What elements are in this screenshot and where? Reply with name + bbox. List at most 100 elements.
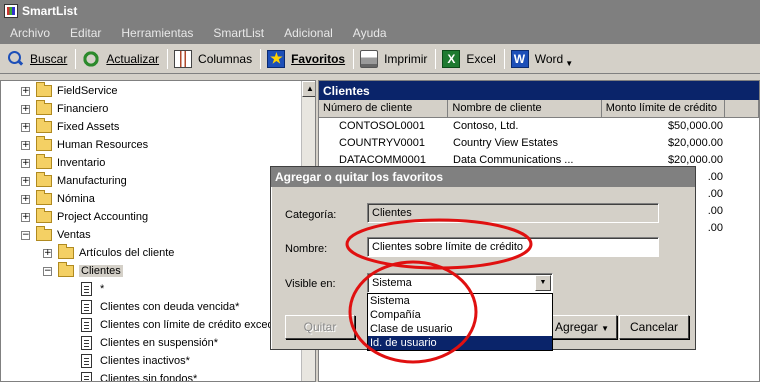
document-icon <box>81 336 92 350</box>
menu-adicional[interactable]: Adicional <box>284 26 333 40</box>
tree-item-label: Clientes <box>79 265 123 277</box>
printer-icon <box>360 49 379 68</box>
tree-item-label: Clientes inactivos* <box>100 355 190 367</box>
column-header-extra[interactable] <box>725 100 759 118</box>
folder-icon <box>36 172 52 187</box>
columns-icon <box>174 49 193 68</box>
excel-button[interactable]: Excel <box>442 49 496 68</box>
document-icon <box>81 372 92 381</box>
menu-archivo[interactable]: Archivo <box>10 26 50 40</box>
star-icon <box>267 49 286 68</box>
tree-item-articulos-del-cliente[interactable]: + Artículos del cliente <box>43 244 174 262</box>
tree-item-all-clientes[interactable]: * <box>81 280 104 298</box>
tree-item-financiero[interactable]: + Financiero <box>21 100 108 118</box>
quitar-button[interactable]: Quitar <box>285 315 355 339</box>
title-bar: SmartList <box>0 0 760 22</box>
tree-item-limite-excedido[interactable]: Clientes con límite de crédito exced <box>81 316 274 334</box>
folder-icon <box>36 82 52 97</box>
tree-item-clientes[interactable]: − Clientes <box>43 262 123 280</box>
tree-item-nomina[interactable]: + Nómina <box>21 190 95 208</box>
tree-item-label: Artículos del cliente <box>79 247 175 259</box>
word-button[interactable]: Word ▼ <box>510 49 573 68</box>
tree-item-deuda-vencida[interactable]: Clientes con deuda vencida* <box>81 298 239 316</box>
nombre-input[interactable]: Clientes sobre límite de crédito <box>367 237 659 257</box>
excel-icon <box>442 49 461 68</box>
option-sistema[interactable]: Sistema <box>368 294 552 308</box>
nombre-label: Nombre: <box>285 243 328 255</box>
visible-label: Visible en: <box>285 278 336 290</box>
expand-icon[interactable]: + <box>21 122 30 132</box>
actualizar-label: Actualizar <box>106 51 160 66</box>
option-clase-de-usuario[interactable]: Clase de usuario <box>368 322 552 336</box>
category-tree[interactable]: + FieldService + Financiero + Fixed Asse… <box>0 80 316 382</box>
menu-smartlist[interactable]: SmartList <box>213 26 264 40</box>
tree-item-project-accounting[interactable]: + Project Accounting <box>21 208 148 226</box>
tree-item-inventario[interactable]: + Inventario <box>21 154 105 172</box>
dropdown-arrow-icon[interactable]: ▼ <box>565 59 573 68</box>
expand-icon[interactable]: + <box>21 176 30 186</box>
toolbar-separator <box>353 48 355 69</box>
chevron-down-icon[interactable]: ▼ <box>535 275 551 291</box>
cell-monto: $20,000.00 <box>667 137 723 149</box>
dropdown-arrow-icon: ▼ <box>601 324 609 333</box>
collapse-icon[interactable]: − <box>21 230 30 240</box>
categoria-field: Clientes <box>367 203 659 223</box>
tree-item-label: Project Accounting <box>57 211 149 223</box>
buscar-button[interactable]: Buscar <box>6 50 67 68</box>
favorites-dialog: Agregar o quitar los favoritos Categoría… <box>270 166 696 351</box>
table-row[interactable]: COUNTRYV0001 Country View Estates $20,00… <box>319 135 759 152</box>
document-icon <box>81 354 92 368</box>
table-row[interactable]: CONTOSOL0001 Contoso, Ltd. $50,000.00 <box>319 118 759 135</box>
columnas-label: Columnas <box>198 51 253 66</box>
menu-editar[interactable]: Editar <box>70 26 101 40</box>
document-icon <box>81 300 92 314</box>
tree-item-label: Fixed Assets <box>57 121 120 133</box>
collapse-icon[interactable]: − <box>43 266 52 276</box>
toolbar-separator <box>260 48 262 69</box>
tree-item-label: Clientes con límite de crédito exced <box>100 319 274 331</box>
tree-item-inactivos[interactable]: Clientes inactivos* <box>81 352 190 370</box>
favoritos-button[interactable]: Favoritos <box>267 49 345 68</box>
tree-item-sin-fondos[interactable]: Clientes sin fondos* <box>81 370 197 381</box>
expand-icon[interactable]: + <box>21 158 30 168</box>
imprimir-button[interactable]: Imprimir <box>360 49 428 68</box>
option-id-de-usuario[interactable]: Id. de usuario <box>368 336 552 350</box>
option-compania[interactable]: Compañía <box>368 308 552 322</box>
actualizar-button[interactable]: Actualizar <box>82 49 160 68</box>
excel-label: Excel <box>466 51 496 66</box>
tree-item-fixed-assets[interactable]: + Fixed Assets <box>21 118 119 136</box>
grid-title: Clientes <box>319 81 759 100</box>
visible-select[interactable]: Sistema ▼ <box>367 273 553 293</box>
expand-icon[interactable]: + <box>21 212 30 222</box>
column-header-numero[interactable]: Número de cliente <box>319 100 449 118</box>
imprimir-label: Imprimir <box>384 51 428 66</box>
toolbar-separator <box>75 48 77 69</box>
column-header-monto[interactable]: Monto límite de crédito <box>601 100 726 118</box>
folder-icon <box>36 136 52 151</box>
menu-herramientas[interactable]: Herramientas <box>121 26 193 40</box>
expand-icon[interactable]: + <box>21 104 30 114</box>
window-title: SmartList <box>22 4 78 18</box>
grid-header: Número de cliente Nombre de cliente Mont… <box>319 100 759 118</box>
tree-item-ventas[interactable]: − Ventas <box>21 226 91 244</box>
buscar-label: Buscar <box>30 51 68 66</box>
expand-icon[interactable]: + <box>43 248 52 258</box>
scroll-up-icon[interactable]: ▲ <box>302 81 315 97</box>
menu-ayuda[interactable]: Ayuda <box>353 26 387 40</box>
expand-icon[interactable]: + <box>21 86 30 96</box>
categoria-label: Categoría: <box>285 209 337 221</box>
tree-item-manufacturing[interactable]: + Manufacturing <box>21 172 127 190</box>
tree-item-label: Nómina <box>57 193 95 205</box>
expand-icon[interactable]: + <box>21 194 30 204</box>
document-icon <box>81 318 92 332</box>
tree-item-fieldservice[interactable]: + FieldService <box>21 82 118 100</box>
columnas-button[interactable]: Columnas <box>174 49 253 68</box>
column-header-nombre[interactable]: Nombre de cliente <box>448 100 602 118</box>
expand-icon[interactable]: + <box>21 140 30 150</box>
tree-item-human-resources[interactable]: + Human Resources <box>21 136 148 154</box>
tree-item-label: FieldService <box>57 85 118 97</box>
visible-select-value: Sistema <box>372 277 412 289</box>
cancelar-button[interactable]: Cancelar <box>619 315 689 339</box>
tree-item-en-suspension[interactable]: Clientes en suspensión* <box>81 334 218 352</box>
agregar-button[interactable]: Agregar ▼ <box>547 315 617 339</box>
